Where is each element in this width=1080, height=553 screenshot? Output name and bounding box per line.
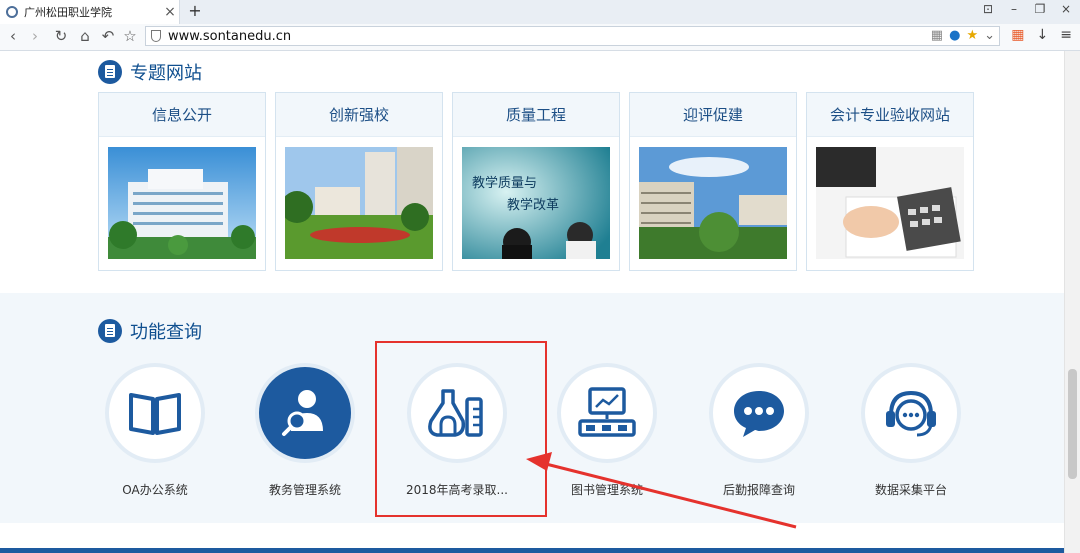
forward-icon[interactable]: ›	[26, 27, 44, 45]
ie-mode-icon[interactable]: ●	[949, 28, 960, 43]
tab-bar: 广州松田职业学院 × + ⊡ – ❐ ×	[0, 0, 1080, 25]
scrollbar-thumb[interactable]	[1068, 369, 1077, 479]
skin-icon[interactable]: ⊡	[980, 2, 996, 16]
reload-icon[interactable]: ↻	[52, 27, 70, 45]
footer-bar	[0, 548, 1064, 553]
browser-tab[interactable]: 广州松田职业学院 ×	[0, 0, 180, 24]
minimize-button[interactable]: –	[1006, 2, 1022, 16]
annotation-arrow-icon	[526, 452, 797, 529]
favorite-star-icon[interactable]: ☆	[121, 27, 139, 45]
apps-icon[interactable]: ▦	[1011, 27, 1024, 43]
url-text: www.sontanedu.cn	[168, 29, 292, 44]
security-shield-icon	[151, 30, 161, 42]
back-icon[interactable]: ‹	[4, 27, 22, 45]
restore-button[interactable]: ❐	[1032, 2, 1048, 16]
address-toolbar: ‹ › ↻ ⌂ ↶ ☆ www.sontanedu.cn ▦ ● ★ ⌄ ▦ ↓…	[0, 24, 1080, 51]
site-favicon-icon	[6, 6, 18, 18]
menu-icon[interactable]: ≡	[1060, 27, 1072, 43]
download-icon[interactable]: ↓	[1037, 27, 1049, 43]
close-window-button[interactable]: ×	[1058, 2, 1074, 16]
url-bar[interactable]: www.sontanedu.cn ▦ ● ★ ⌄	[145, 26, 1000, 46]
qr-code-icon[interactable]: ▦	[931, 28, 943, 43]
web-page: 专题网站 信息公开 创新强校 质量工程 教学质量与 教学改革 迎评促建 会计专业…	[0, 51, 1064, 553]
home-icon[interactable]: ⌂	[76, 27, 94, 45]
tab-close-icon[interactable]: ×	[161, 4, 179, 20]
page-scrollbar[interactable]	[1064, 51, 1080, 553]
tab-title: 广州松田职业学院	[24, 6, 112, 19]
dropdown-chevron-icon[interactable]: ⌄	[984, 28, 995, 43]
window-controls: ⊡ – ❐ ×	[980, 2, 1074, 16]
undo-close-icon[interactable]: ↶	[99, 27, 117, 45]
toolbar-right: ▦ ↓ ≡	[1011, 27, 1072, 43]
bookmark-star-icon[interactable]: ★	[966, 28, 978, 43]
url-bar-actions: ▦ ● ★ ⌄	[931, 28, 995, 43]
new-tab-button[interactable]: +	[186, 1, 204, 20]
